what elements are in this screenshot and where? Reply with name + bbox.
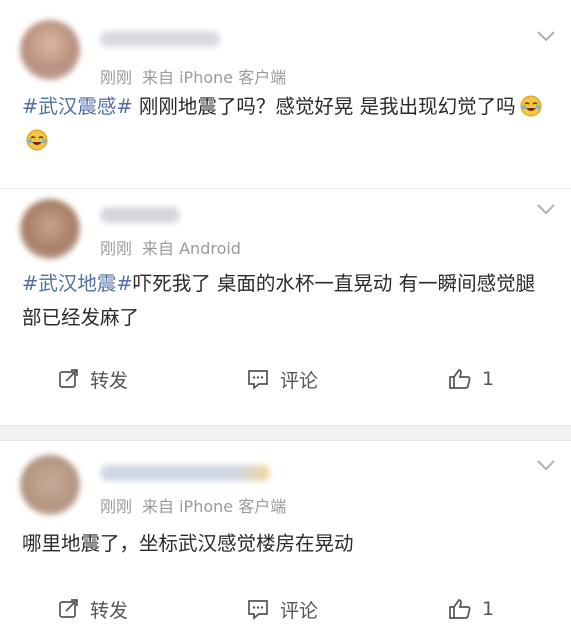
laughing-crying-emoji-icon bbox=[520, 95, 542, 117]
post-text: #武汉震感# 刚刚地震了吗？感觉好晃 是我出现幻觉了吗 bbox=[0, 90, 571, 158]
laughing-crying-emoji-icon bbox=[26, 129, 48, 151]
comment-label: 评论 bbox=[280, 369, 319, 392]
post-separator bbox=[0, 425, 571, 441]
comment-icon bbox=[248, 600, 268, 620]
post-time: 刚刚 bbox=[100, 239, 133, 258]
post-meta: 刚刚 来自 iPhone 客户端 bbox=[100, 64, 286, 88]
username[interactable] bbox=[100, 465, 270, 481]
avatar[interactable] bbox=[20, 199, 80, 259]
post-source[interactable]: 来自 iPhone 客户端 bbox=[142, 497, 286, 516]
post-meta: 刚刚 来自 Android bbox=[100, 235, 241, 259]
share-button[interactable]: 转发 bbox=[58, 577, 128, 641]
post-3: 刚刚 来自 iPhone 客户端 哪里地震了，坐标武汉感觉楼房在晃动 转发 评论 … bbox=[0, 441, 571, 641]
post-source[interactable]: 来自 iPhone 客户端 bbox=[142, 68, 286, 87]
action-bar: 转发 评论 1 bbox=[0, 577, 571, 641]
post-body: 哪里地震了，坐标武汉感觉楼房在晃动 bbox=[22, 532, 354, 555]
username[interactable] bbox=[100, 31, 220, 47]
chevron-down-icon[interactable] bbox=[535, 28, 557, 44]
hashtag[interactable]: #武汉震感# bbox=[22, 95, 133, 118]
share-icon bbox=[59, 369, 78, 388]
thumbs-up-icon bbox=[449, 599, 471, 619]
comment-icon bbox=[248, 370, 268, 390]
chevron-down-icon[interactable] bbox=[535, 457, 557, 473]
like-button[interactable]: 1 bbox=[448, 351, 494, 407]
post-time: 刚刚 bbox=[100, 68, 133, 87]
post-1: 刚刚 来自 iPhone 客户端 #武汉震感# 刚刚地震了吗？感觉好晃 是我出现幻… bbox=[0, 0, 571, 188]
avatar[interactable] bbox=[20, 20, 80, 80]
post-header: 刚刚 来自 iPhone 客户端 bbox=[0, 0, 571, 96]
post-header: 刚刚 来自 iPhone 客户端 bbox=[0, 441, 571, 527]
share-label: 转发 bbox=[90, 369, 129, 392]
action-bar: 转发 评论 1 bbox=[0, 351, 571, 407]
post-text: 哪里地震了，坐标武汉感觉楼房在晃动 bbox=[0, 527, 571, 577]
post-meta: 刚刚 来自 iPhone 客户端 bbox=[100, 493, 286, 517]
avatar[interactable] bbox=[20, 455, 80, 515]
like-count: 1 bbox=[482, 598, 495, 620]
post-2: 刚刚 来自 Android #武汉地震#吓死我了 桌面的水杯一直晃动 有一瞬间感觉… bbox=[0, 188, 571, 425]
comment-button[interactable]: 评论 bbox=[246, 351, 318, 407]
like-button[interactable]: 1 bbox=[448, 577, 494, 641]
share-label: 转发 bbox=[90, 599, 129, 622]
post-source[interactable]: 来自 Android bbox=[142, 239, 241, 258]
post-text: #武汉地震#吓死我了 桌面的水杯一直晃动 有一瞬间感觉腿部已经发麻了 bbox=[0, 267, 571, 351]
share-button[interactable]: 转发 bbox=[58, 351, 128, 407]
hashtag[interactable]: #武汉地震# bbox=[22, 272, 133, 295]
share-icon bbox=[59, 599, 78, 618]
username[interactable] bbox=[100, 207, 180, 223]
like-count: 1 bbox=[482, 368, 495, 390]
post-time: 刚刚 bbox=[100, 497, 133, 516]
chevron-down-icon[interactable] bbox=[535, 201, 557, 217]
post-body: 刚刚地震了吗？感觉好晃 是我出现幻觉了吗 bbox=[132, 95, 516, 118]
post-header: 刚刚 来自 Android bbox=[0, 189, 571, 267]
thumbs-up-icon bbox=[449, 369, 471, 389]
comment-label: 评论 bbox=[280, 599, 319, 622]
comment-button[interactable]: 评论 bbox=[246, 577, 318, 641]
